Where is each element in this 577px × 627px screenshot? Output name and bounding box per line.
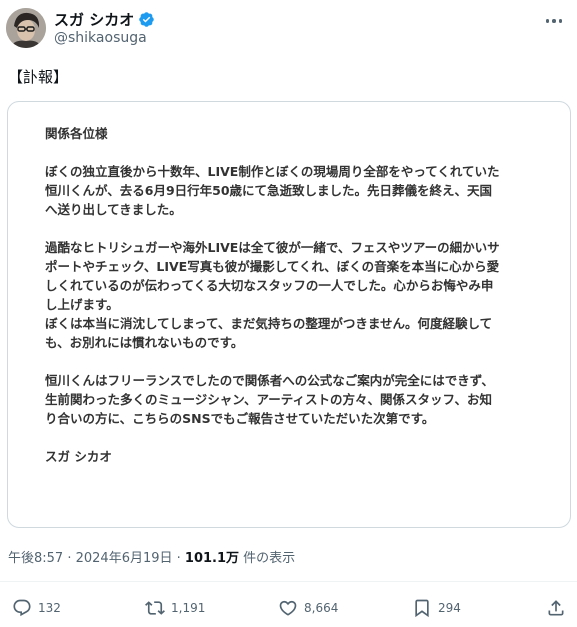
reply-icon — [12, 598, 32, 618]
heart-icon — [278, 598, 298, 618]
repost-count: 1,191 — [171, 601, 206, 615]
share-icon — [546, 598, 566, 618]
repost-button[interactable]: 1,191 — [145, 596, 205, 620]
statement-line: ぼくの独立直後から十数年、LIVE制作とぼくの現場周り全部をやってくれていた — [45, 164, 500, 179]
statement-line: ぼくは本当に消沈してしまって、まだ気持ちの整理がつきません。何度経験して — [45, 316, 493, 331]
repost-icon — [145, 598, 165, 618]
statement-line: も、お別れには慣れないものです。 — [45, 335, 244, 350]
tweet-date[interactable]: 2024年6月19日 — [76, 551, 173, 566]
statement-line: 恒川くんはフリーランスでしたので関係者への公式なご案内が完全にはできず、 — [45, 373, 494, 388]
tweet-time[interactable]: 午後8:57 — [8, 551, 63, 566]
tweet-header: スガ シカオ @shikaosuga — [0, 0, 577, 54]
statement-line: し上げます。 — [45, 297, 119, 312]
statement-line — [45, 219, 545, 238]
tweet-meta: 午後8:57 · 2024年6月19日 · 101.1万 件の表示 — [8, 547, 295, 566]
meta-separator: · — [63, 551, 76, 566]
statement-line — [45, 428, 545, 447]
bookmark-icon — [412, 598, 432, 618]
statement-line: 生前関わった多くのミュージシャン、アーティストの方々、関係スタッフ、お知 — [45, 392, 493, 407]
views-label: 件の表示 — [239, 551, 296, 566]
author-display-name[interactable]: スガ シカオ — [54, 9, 134, 30]
author-handle[interactable]: @shikaosuga — [54, 30, 147, 46]
avatar[interactable] — [6, 8, 46, 48]
more-options-icon[interactable] — [541, 12, 567, 30]
statement-line: へ送り出してきました。 — [45, 202, 182, 217]
statement-line — [45, 143, 545, 162]
like-count: 8,664 — [304, 601, 339, 615]
statement-line: ポートやチェック、LIVE写真も彼が撮影してくれ、ぼくの音楽を本当に心から愛 — [45, 259, 500, 274]
bookmark-count: 294 — [438, 601, 461, 615]
divider — [0, 581, 577, 582]
statement-line: 関係各位様 — [45, 126, 108, 141]
reply-count: 132 — [38, 601, 61, 615]
statement-line — [45, 352, 545, 371]
author-name-row: スガ シカオ — [54, 9, 155, 29]
reply-button[interactable]: 132 — [12, 596, 61, 620]
share-button[interactable] — [546, 596, 566, 620]
statement-line: スガ シカオ — [45, 449, 112, 464]
like-button[interactable]: 8,664 — [278, 596, 338, 620]
bookmark-button[interactable]: 294 — [412, 596, 461, 620]
statement-line: しくれているのが伝わってくる大切なスタッフの一人でした。心からお悔やみ申 — [45, 278, 494, 293]
statement-image-card[interactable]: 関係各位様ぼくの独立直後から十数年、LIVE制作とぼくの現場周り全部をやってくれ… — [7, 101, 571, 528]
tweet-text: 【訃報】 — [8, 68, 69, 86]
statement-line: 過酷なヒトリシュガーや海外LIVEは全て彼が一緒で、フェスやツアーの細かいサ — [45, 240, 500, 255]
verified-badge-icon — [138, 11, 155, 28]
action-bar: 132 1,191 8,664 294 — [0, 596, 577, 620]
meta-separator: · — [172, 551, 185, 566]
statement-text: 関係各位様ぼくの独立直後から十数年、LIVE制作とぼくの現場周り全部をやってくれ… — [45, 124, 545, 466]
statement-line: り合いの方に、こちらのSNSでもご報告させていただいた次第です。 — [45, 411, 435, 426]
statement-line: 恒川くんが、去る6月9日行年50歳にて急逝致しました。先日葬儀を終え、天国 — [45, 183, 493, 198]
views-count[interactable]: 101.1万 — [185, 551, 239, 566]
